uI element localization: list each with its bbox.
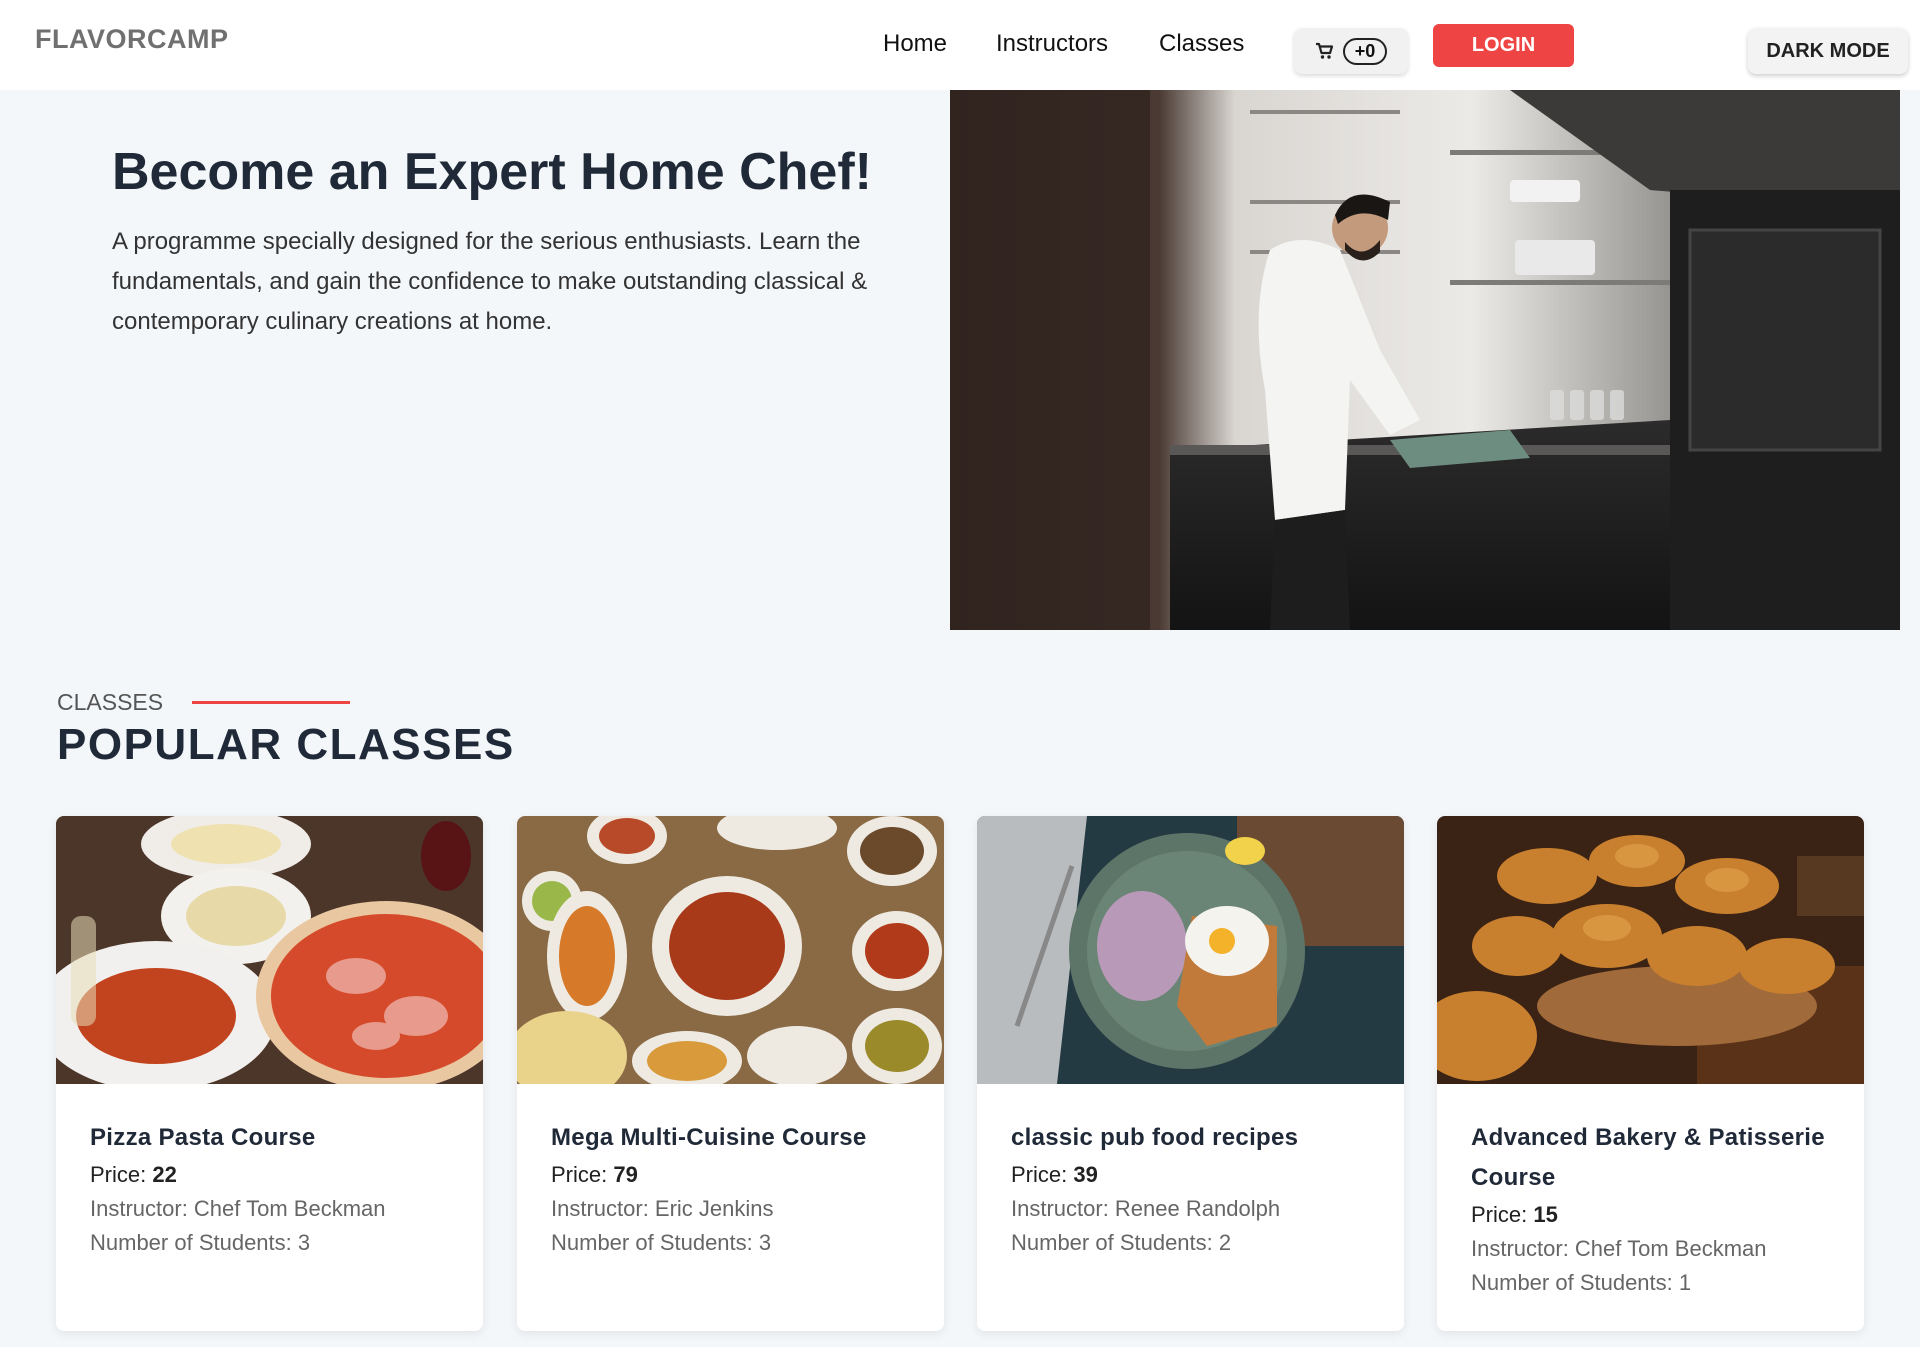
- class-image-multi-cuisine: [517, 816, 944, 1084]
- class-image-bakery: [1437, 816, 1864, 1084]
- class-card[interactable]: Advanced Bakery & Patisserie Course Pric…: [1437, 816, 1864, 1331]
- class-title: Mega Multi-Cuisine Course: [551, 1124, 867, 1151]
- dark-mode-button[interactable]: DARK MODE: [1748, 28, 1908, 74]
- class-price: Price: 22: [90, 1158, 449, 1192]
- class-image-pizza-pasta: [56, 816, 483, 1084]
- hero-description: A programme specially designed for the s…: [112, 228, 868, 335]
- price-value: 79: [613, 1162, 638, 1187]
- section-label: CLASSES: [57, 689, 164, 715]
- price-label: Price:: [90, 1162, 147, 1187]
- price-label: Price:: [1011, 1162, 1068, 1187]
- class-title: classic pub food recipes: [1011, 1124, 1299, 1151]
- class-price: Price: 79: [551, 1158, 910, 1192]
- class-price: Price: 39: [1011, 1158, 1370, 1192]
- price-value: 39: [1073, 1162, 1098, 1187]
- price-label: Price:: [1471, 1202, 1528, 1227]
- hero-title: Become an Expert Home Chef!: [112, 143, 872, 201]
- class-image-pub-food: [977, 816, 1404, 1084]
- price-value: 15: [1533, 1202, 1558, 1227]
- class-students: Number of Students: 3: [551, 1230, 772, 1255]
- nav-link-classes[interactable]: Classes: [1159, 30, 1244, 58]
- class-students: Number of Students: 3: [90, 1230, 311, 1255]
- class-title: Pizza Pasta Course: [90, 1124, 316, 1151]
- brand-logo[interactable]: FLAVORCAMP: [35, 24, 229, 55]
- login-button[interactable]: LOGIN: [1433, 24, 1574, 67]
- section-divider: [192, 701, 350, 704]
- class-title: Advanced Bakery & Patisserie Course: [1471, 1124, 1825, 1191]
- class-instructor: Instructor: Eric Jenkins: [551, 1196, 774, 1221]
- class-card[interactable]: classic pub food recipes Price: 39 Instr…: [977, 816, 1404, 1331]
- class-instructor: Instructor: Chef Tom Beckman: [1471, 1236, 1767, 1261]
- section-title: POPULAR CLASSES: [57, 720, 515, 769]
- class-instructor: Instructor: Renee Randolph: [1011, 1196, 1281, 1221]
- class-price: Price: 15: [1471, 1198, 1830, 1232]
- class-instructor: Instructor: Chef Tom Beckman: [90, 1196, 386, 1221]
- class-students: Number of Students: 1: [1471, 1270, 1692, 1295]
- navbar: FLAVORCAMP Home Instructors Classes +0 L…: [0, 0, 1920, 90]
- class-card[interactable]: Mega Multi-Cuisine Course Price: 79 Inst…: [517, 816, 944, 1331]
- class-card[interactable]: Pizza Pasta Course Price: 22 Instructor:…: [56, 816, 483, 1331]
- cart-icon: [1315, 41, 1335, 61]
- cart-count-badge: +0: [1342, 37, 1388, 65]
- cart-button[interactable]: +0: [1294, 28, 1408, 74]
- price-label: Price:: [551, 1162, 608, 1187]
- hero-chef-image: [950, 90, 1900, 630]
- nav-link-instructors[interactable]: Instructors: [996, 30, 1108, 58]
- class-students: Number of Students: 2: [1011, 1230, 1232, 1255]
- price-value: 22: [152, 1162, 177, 1187]
- nav-link-home[interactable]: Home: [883, 30, 947, 58]
